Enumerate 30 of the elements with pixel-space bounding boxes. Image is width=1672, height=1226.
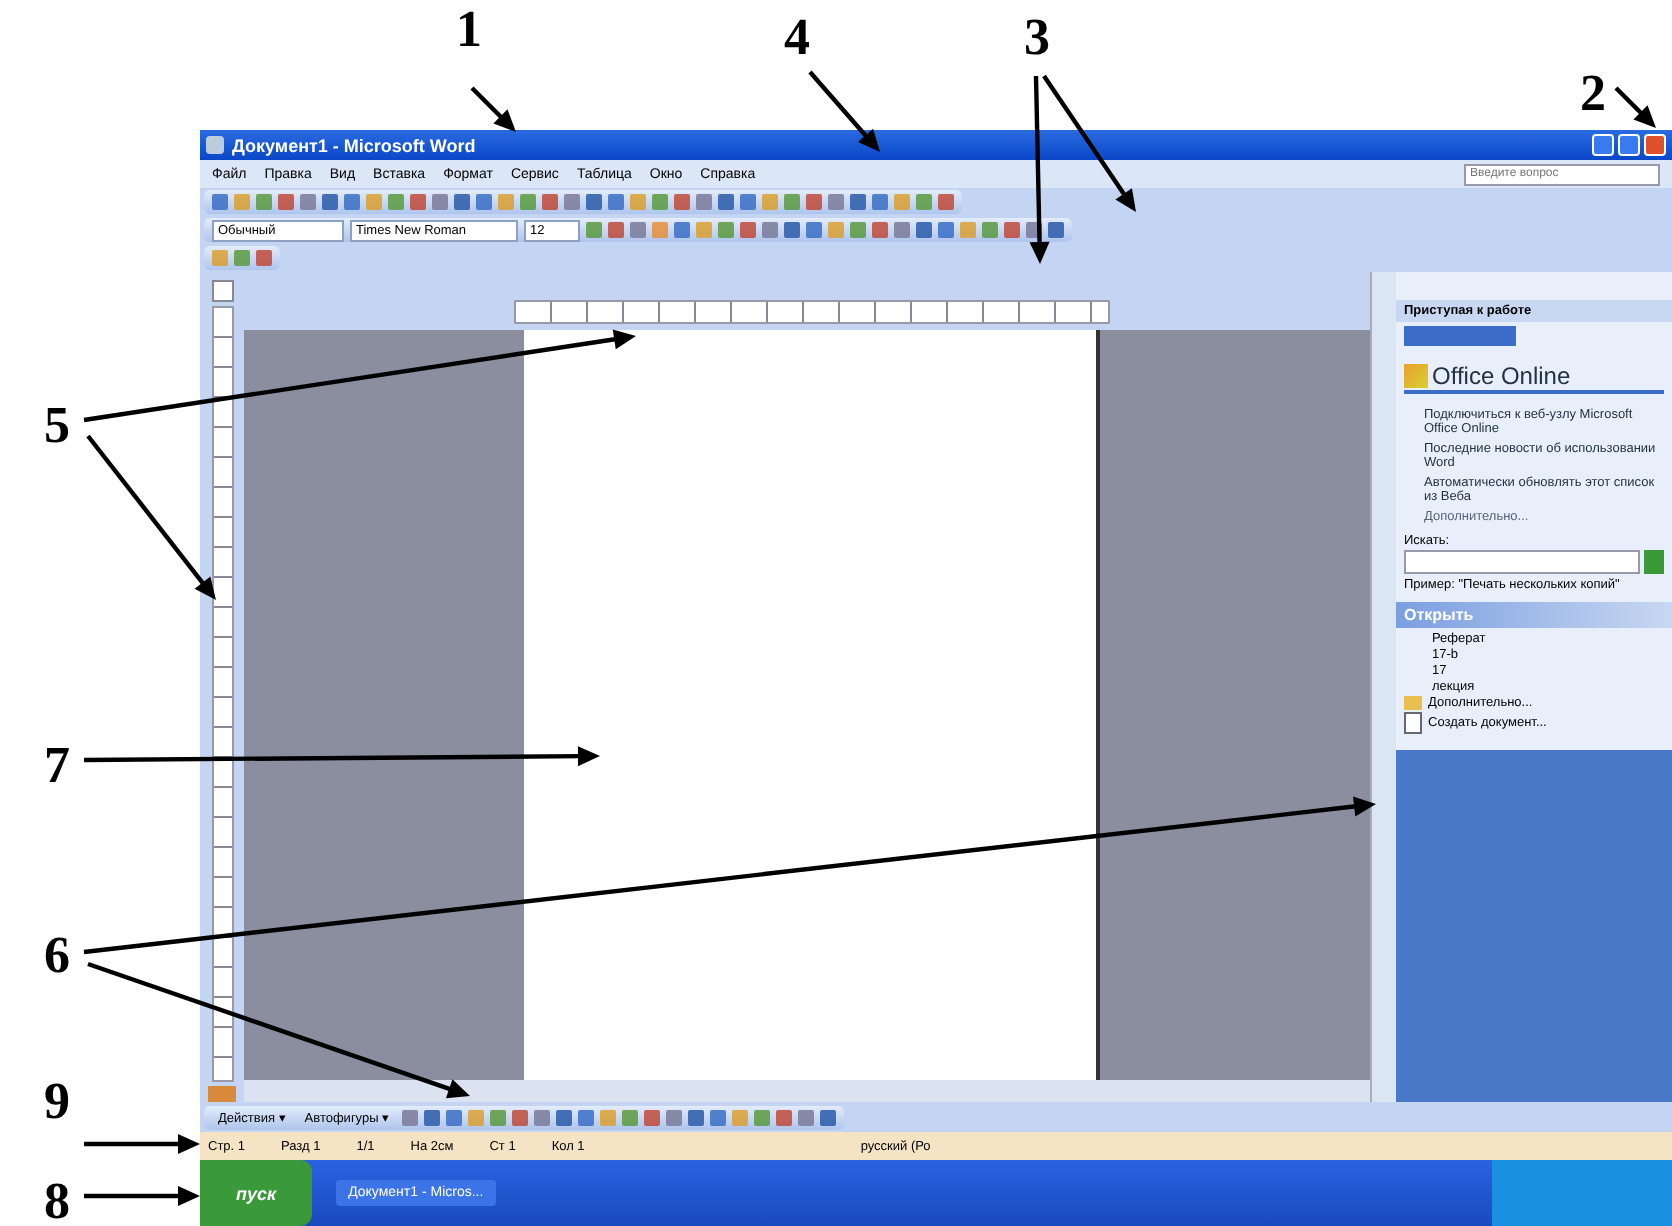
start-button[interactable]: пуск — [200, 1160, 313, 1226]
minimize-button[interactable] — [1592, 134, 1614, 156]
search-go-button[interactable] — [1644, 549, 1664, 574]
callout-number: 1 — [456, 4, 482, 56]
callout-number: 9 — [44, 1076, 70, 1128]
close-button[interactable] — [1644, 134, 1666, 156]
office-online-logo: Office Online — [1432, 362, 1571, 390]
callout-arrow — [470, 86, 516, 132]
folder-icon — [1404, 695, 1422, 710]
callout-number: 7 — [44, 740, 70, 792]
open-section-header: Открыть — [1396, 601, 1672, 628]
office-logo-icon — [1404, 364, 1428, 388]
callout-arrow — [84, 1186, 200, 1206]
search-field[interactable] — [1404, 549, 1640, 574]
maximize-button[interactable] — [1618, 134, 1640, 156]
document-icon — [1404, 711, 1422, 734]
callout-arrow — [808, 70, 880, 152]
vertical-scrollbar[interactable] — [1370, 272, 1396, 1102]
callout-number: 5 — [44, 400, 70, 452]
callout-arrow — [1614, 86, 1656, 128]
window-title: Документ1 - Microsoft Word — [232, 135, 476, 155]
document-page[interactable] — [524, 330, 1100, 1080]
callout-number: 4 — [784, 12, 810, 64]
callout-number: 6 — [44, 930, 70, 982]
callout-number: 8 — [44, 1176, 70, 1226]
callout-number: 3 — [1024, 12, 1050, 64]
callout-number: 2 — [1580, 68, 1606, 120]
horizontal-scrollbar[interactable] — [244, 1080, 1370, 1102]
tab-selector[interactable] — [211, 280, 233, 302]
callout-arrow — [84, 1134, 200, 1154]
